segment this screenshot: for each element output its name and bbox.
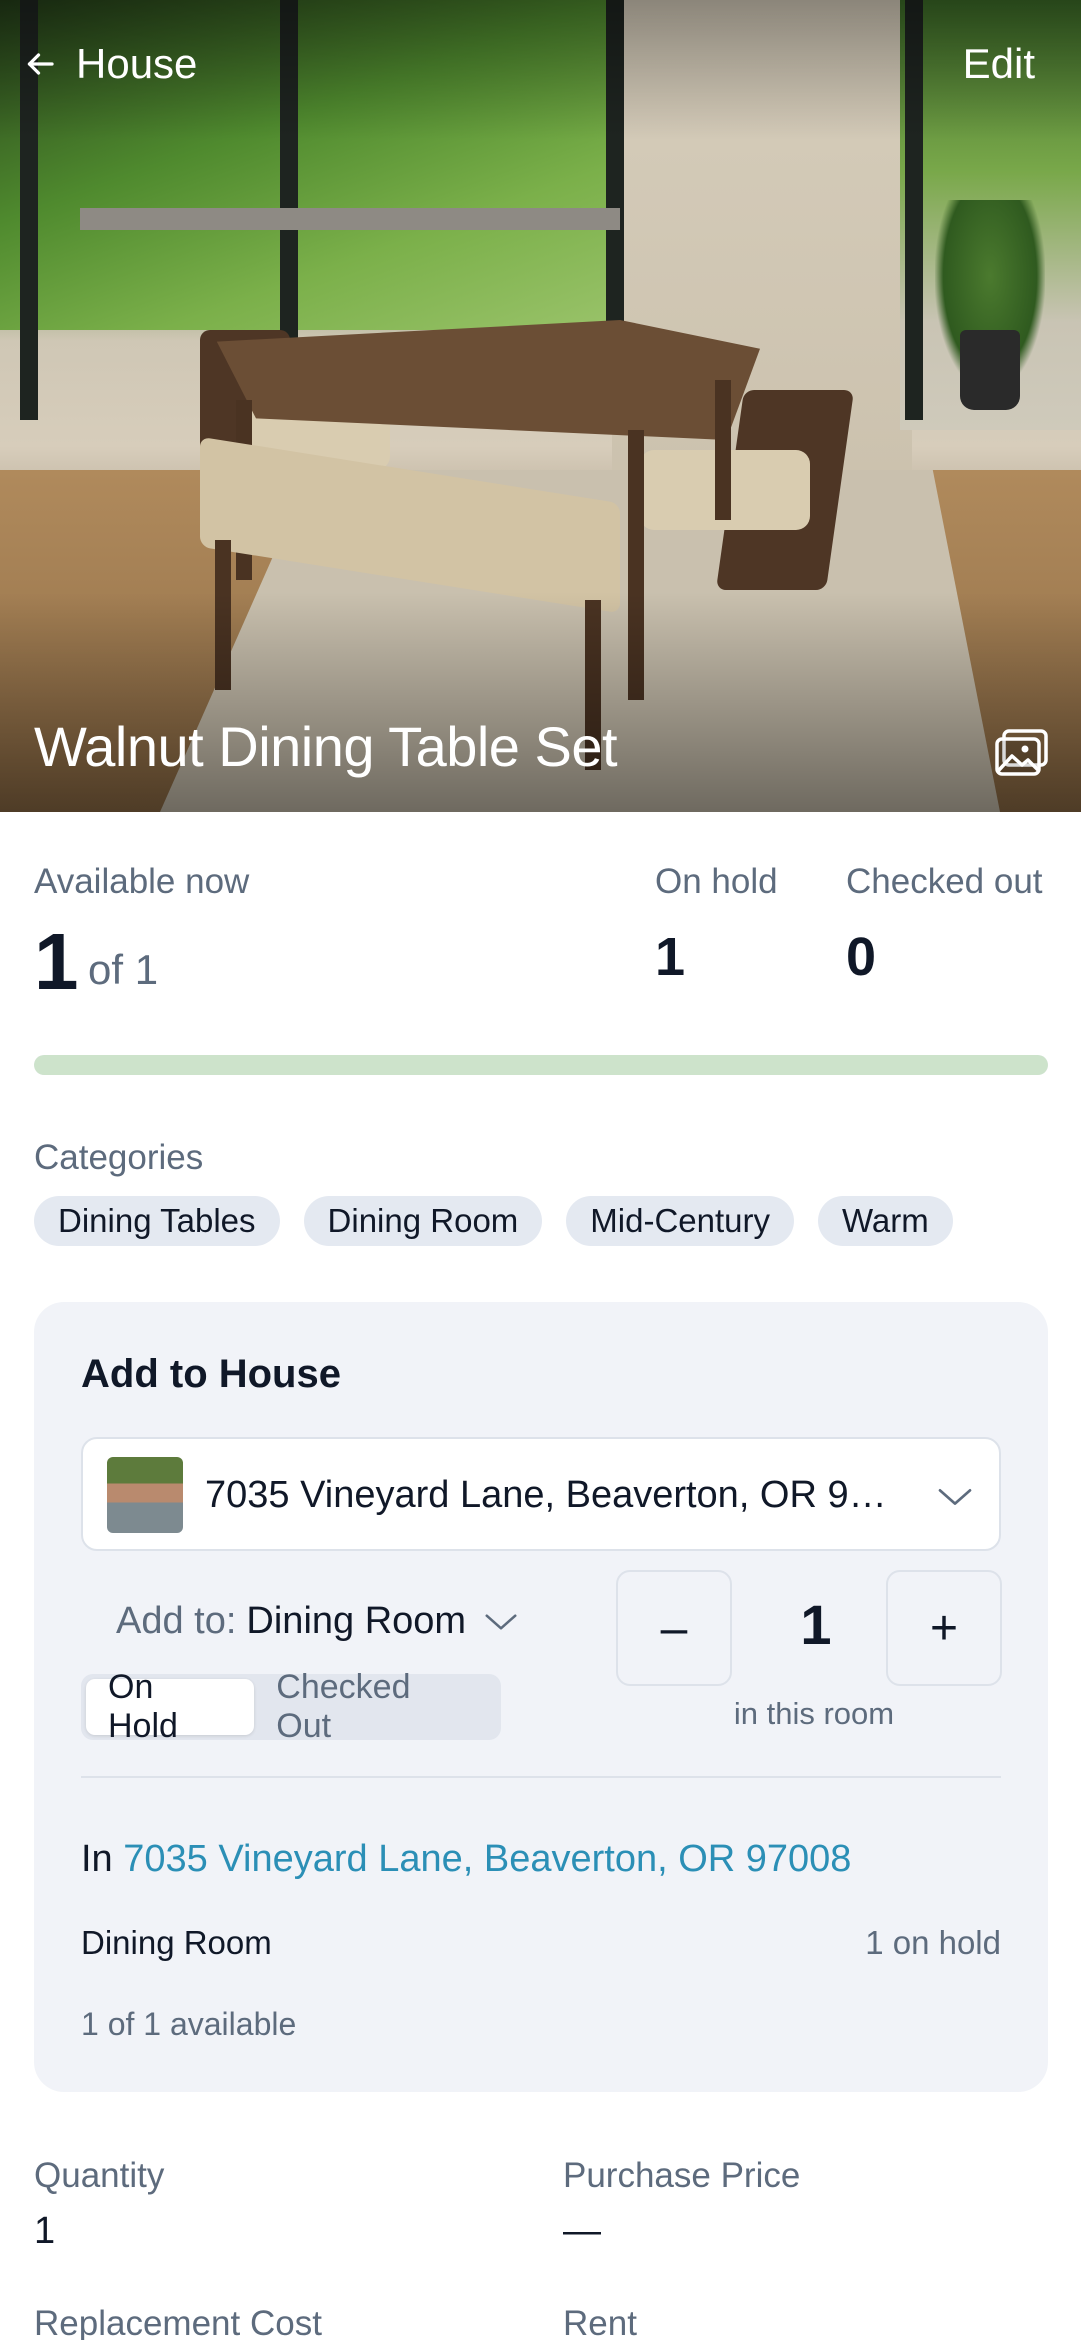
table-leg [715, 380, 731, 520]
checked-out-label: Checked out [846, 862, 1043, 901]
category-chips: Dining Tables Dining Room Mid-Century Wa… [34, 1196, 953, 1246]
add-to-prefix: Add to: [116, 1600, 237, 1642]
room-name: Dining Room [81, 1924, 272, 1961]
back-label: House [76, 40, 198, 87]
deck-railing [80, 208, 620, 230]
category-chip[interactable]: Dining Tables [34, 1196, 280, 1246]
increment-button[interactable]: + [886, 1570, 1002, 1686]
edit-button[interactable]: Edit [963, 40, 1035, 88]
divider [81, 1776, 1001, 1778]
category-chip[interactable]: Mid-Century [566, 1196, 794, 1246]
categories-label: Categories [34, 1138, 204, 1177]
add-to-house-card: Add to House 7035 Vineyard Lane, Beavert… [34, 1302, 1048, 2092]
category-chip[interactable]: Warm [818, 1196, 953, 1246]
quantity-value: 1 [800, 1593, 832, 1656]
chevron-down-icon [485, 1613, 517, 1630]
available-of: of 1 [88, 946, 159, 993]
purchase-price-value: — [563, 2210, 601, 2252]
available-label: Available now [34, 862, 250, 901]
room-status: 1 on hold [865, 1924, 1001, 1961]
purchase-price-label: Purchase Price [563, 2156, 801, 2195]
on-hold-label: On hold [655, 862, 778, 901]
quantity-label: Quantity [34, 2156, 165, 2195]
gallery-icon[interactable] [994, 728, 1050, 778]
item-title: Walnut Dining Table Set [34, 715, 618, 778]
house-address-link[interactable]: 7035 Vineyard Lane, Beaverton, OR 97008 [123, 1838, 851, 1880]
house-thumbnail [107, 1457, 183, 1533]
on-hold-value: 1 [655, 927, 686, 987]
chevron-down-icon [938, 1489, 972, 1505]
available-count: 1 [34, 917, 79, 1006]
plant-pot [960, 330, 1020, 410]
availability-text: 1 of 1 available [81, 2006, 297, 2042]
category-chip[interactable]: Dining Room [303, 1196, 543, 1246]
quantity-detail-value: 1 [34, 2210, 56, 2252]
replacement-cost-label: Replacement Cost [34, 2304, 322, 2340]
availability-bar [34, 1055, 1048, 1075]
room-select[interactable]: Add to: Dining Room [116, 1600, 520, 1643]
house-select[interactable]: 7035 Vineyard Lane, Beaverton, OR 9… [81, 1437, 1001, 1551]
decrement-button[interactable]: – [616, 1570, 732, 1686]
room-select-value: Dining Room [246, 1600, 467, 1642]
in-prefix: In [81, 1838, 113, 1880]
hero-photo [0, 0, 1081, 812]
location-line: In 7035 Vineyard Lane, Beaverton, OR 970… [81, 1838, 851, 1881]
rent-label: Rent [563, 2304, 637, 2340]
status-option-checked-out[interactable]: Checked Out [254, 1668, 496, 1745]
back-button[interactable]: House [22, 40, 197, 88]
house-select-value: 7035 Vineyard Lane, Beaverton, OR 9… [205, 1474, 887, 1516]
quantity-label: in this room [733, 1696, 895, 1731]
card-title: Add to House [81, 1352, 341, 1396]
availability-bar-fill [34, 1055, 1048, 1075]
arrow-left-icon [27, 53, 54, 75]
status-option-on-hold[interactable]: On Hold [86, 1668, 255, 1745]
checked-out-value: 0 [846, 927, 877, 987]
status-toggle: On Hold Checked Out [81, 1668, 501, 1745]
